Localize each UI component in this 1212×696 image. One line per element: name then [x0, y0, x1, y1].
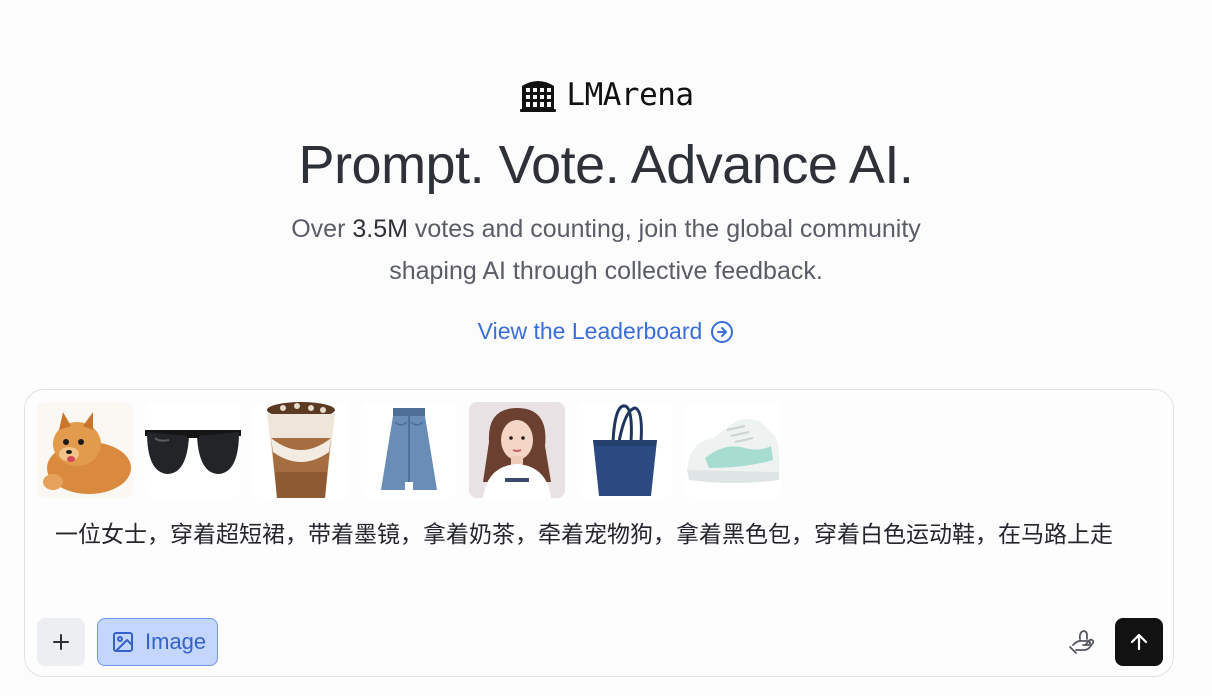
arrow-up-icon: [1130, 633, 1148, 651]
milk-tea-image: [253, 402, 349, 498]
plus-icon: [53, 634, 69, 650]
pomeranian-dog-image: [37, 402, 133, 498]
denim-skirt-image: [361, 402, 457, 498]
brand-logo[interactable]: LMArena: [0, 76, 1212, 114]
woman-portrait-image: [469, 402, 565, 498]
attachment-thumbnail[interactable]: [469, 402, 565, 498]
attachment-thumbnail[interactable]: [577, 402, 673, 498]
attachment-thumbnail[interactable]: [685, 402, 781, 498]
hand-icon: [1069, 630, 1095, 654]
leaderboard-link[interactable]: View the Leaderboard: [0, 318, 1212, 345]
subtitle-line-1: Over 3.5M votes and counting, join the g…: [0, 208, 1212, 250]
attachment-thumbnails: [37, 402, 781, 498]
subtitle-prefix: Over: [291, 215, 353, 243]
vote-count: 3.5M: [352, 215, 408, 243]
sneaker-image: [685, 402, 781, 498]
add-attachment-button[interactable]: [37, 618, 85, 666]
subtitle-line-2: shaping AI through collective feedback.: [389, 257, 823, 285]
attachment-thumbnail[interactable]: [145, 402, 241, 498]
prompt-text[interactable]: 一位女士，穿着超短裙，带着墨镜，拿着奶茶，牵着宠物狗，拿着黑色包，穿着白色运动鞋…: [55, 518, 1145, 553]
sunglasses-image: [145, 402, 241, 498]
attachment-thumbnail[interactable]: [361, 402, 457, 498]
image-mode-button[interactable]: Image: [97, 618, 218, 666]
attachment-thumbnail[interactable]: [253, 402, 349, 498]
tote-bag-image: [577, 402, 673, 498]
hand-button[interactable]: [1061, 622, 1101, 662]
prompt-composer: 一位女士，穿着超短裙，带着墨镜，拿着奶茶，牵着宠物狗，拿着黑色包，穿着白色运动鞋…: [24, 389, 1174, 677]
subtitle-line-1-rest: votes and counting, join the global comm…: [407, 215, 921, 243]
send-button[interactable]: [1115, 618, 1163, 666]
brand-name: LMArena: [566, 77, 694, 113]
leaderboard-link-label: View the Leaderboard: [477, 318, 703, 344]
page-headline: Prompt. Vote. Advance AI.: [298, 135, 914, 195]
arrow-right-circle-icon: [711, 320, 734, 343]
hero-subtitle: Over 3.5M votes and counting, join the g…: [0, 208, 1212, 292]
arena-building-icon: [520, 81, 557, 112]
attachment-thumbnail[interactable]: [37, 402, 133, 498]
image-icon: [113, 632, 133, 652]
image-mode-label: Image: [145, 629, 207, 654]
